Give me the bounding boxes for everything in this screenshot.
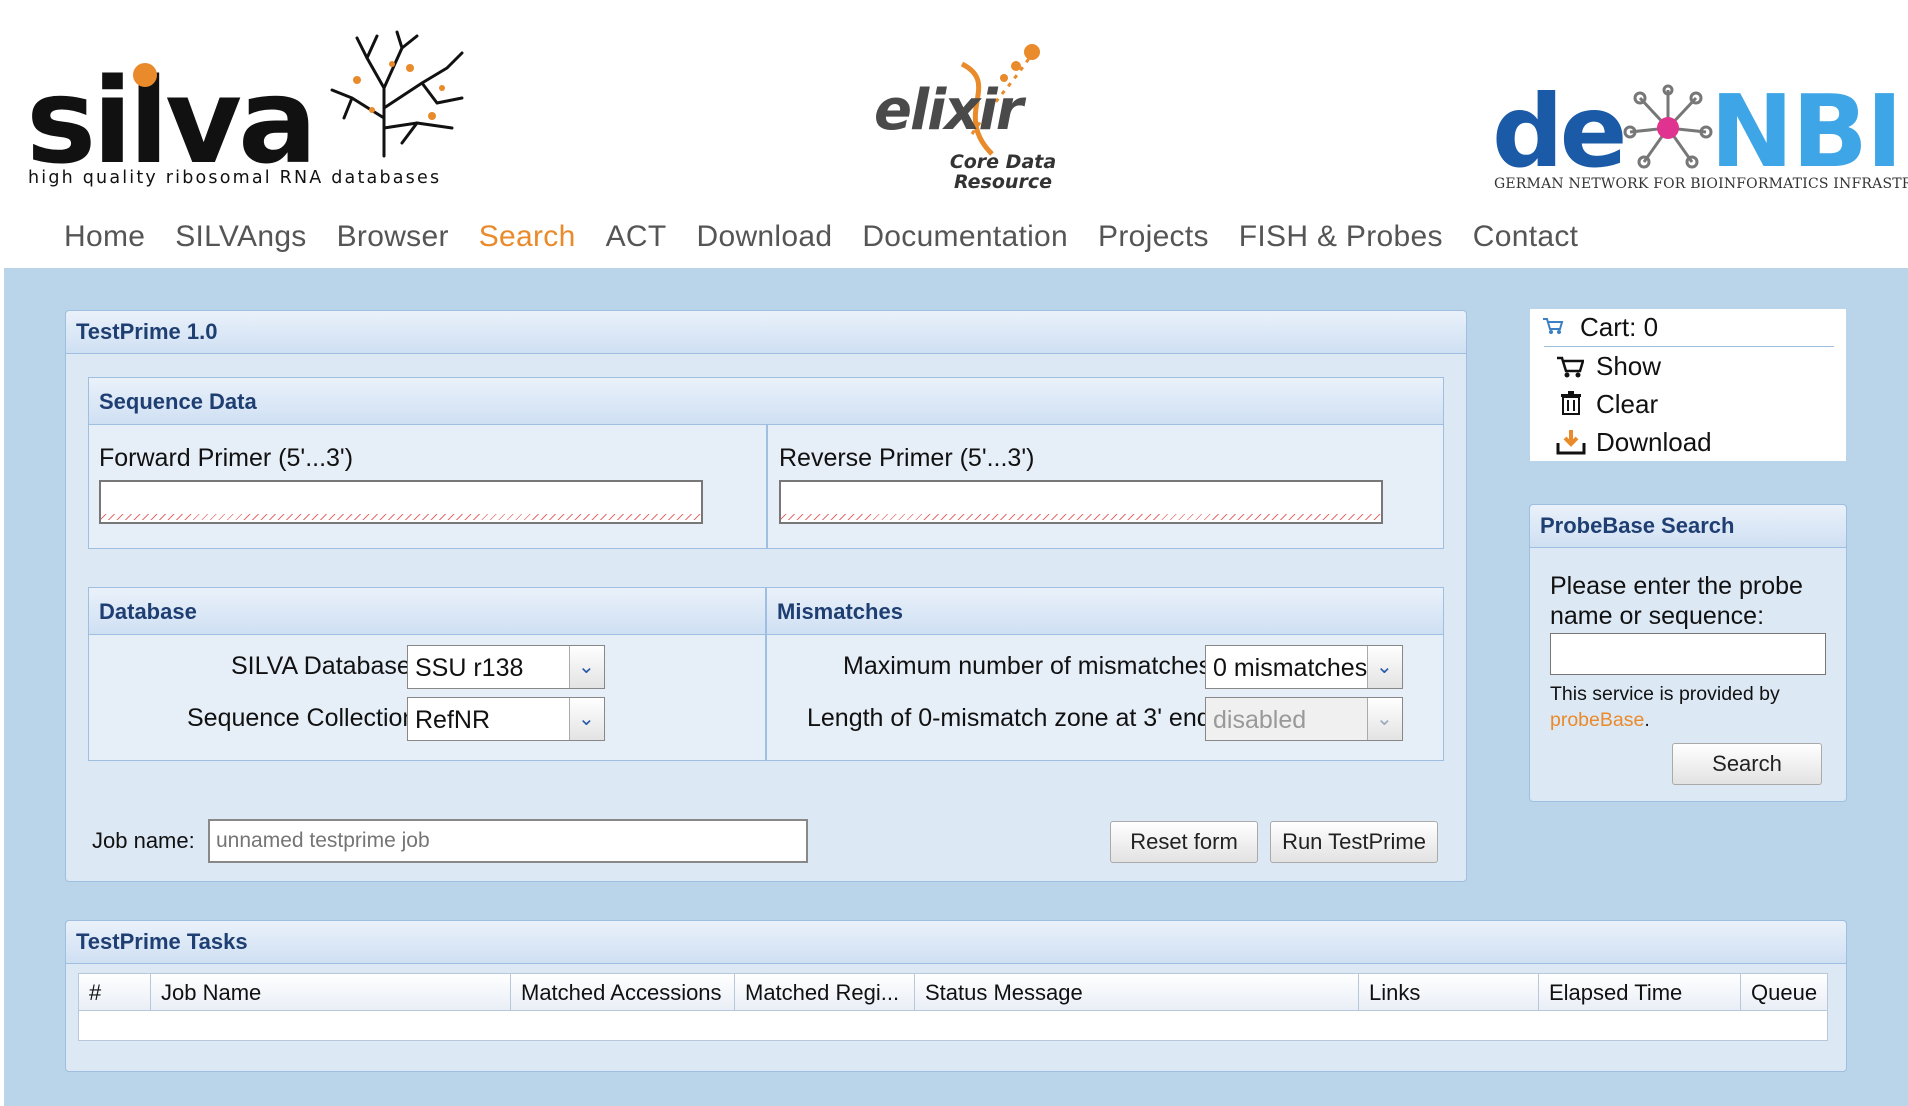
reverse-primer-label: Reverse Primer (5'...3') <box>779 444 1035 472</box>
column-header[interactable]: # <box>79 974 151 1010</box>
network-icon <box>1623 84 1713 169</box>
silva-database-label: SILVA Database <box>231 652 411 680</box>
mismatches-title: Mismatches <box>767 588 1443 635</box>
nav-act[interactable]: ACT <box>606 220 667 260</box>
spellcheck-underline <box>101 514 701 520</box>
elixir-subtitle: Core Data Resource <box>938 152 1068 192</box>
probebase-note-text: This service is provided by <box>1550 683 1780 705</box>
column-header[interactable]: Matched Accessions <box>511 974 735 1010</box>
mismatch-zone-value: disabled <box>1213 706 1307 734</box>
denbi-logo[interactable]: de NBI GERMAN NETWORK FOR BIOINFORMATICS… <box>1492 73 1908 198</box>
probebase-search-button[interactable]: Search <box>1672 743 1822 785</box>
mismatch-zone-select: disabled ⌄ <box>1205 697 1403 741</box>
nav-home[interactable]: Home <box>64 220 145 260</box>
nav-documentation[interactable]: Documentation <box>862 220 1068 260</box>
sequence-data-title: Sequence Data <box>89 378 1443 425</box>
elixir-logo[interactable]: elixir Core Data Resource <box>872 44 1072 194</box>
mismatches-panel: Mismatches Maximum number of mismatches … <box>766 587 1444 761</box>
column-header[interactable]: Queue <box>1741 974 1827 1010</box>
nav-fish-probes[interactable]: FISH & Probes <box>1239 220 1443 260</box>
cart-title: Cart: 0 <box>1580 312 1659 342</box>
probebase-note: This service is provided by probeBase. <box>1550 681 1840 733</box>
job-name-input[interactable] <box>208 819 808 863</box>
nav-contact[interactable]: Contact <box>1473 220 1579 260</box>
chevron-down-icon: ⌄ <box>578 708 595 730</box>
database-panel: Database SILVA Database SSU r138 ⌄ Seque… <box>88 587 766 761</box>
denbi-tagline: GERMAN NETWORK FOR BIOINFORMATICS INFRAS… <box>1494 176 1908 192</box>
max-mismatches-select[interactable]: 0 mismatches ⌄ <box>1205 645 1403 689</box>
site-header: silva high quality ribosomal RNA databas… <box>0 0 1908 268</box>
sequence-collection-value: RefNR <box>415 706 491 734</box>
column-header[interactable]: Matched Regi... <box>735 974 915 1010</box>
probebase-panel: ProbeBase Search Please enter the probe … <box>1529 504 1847 802</box>
column-header[interactable]: Status Message <box>915 974 1359 1010</box>
silva-logo-word: silva <box>26 52 318 190</box>
probebase-prompt: Please enter the probe name or sequence: <box>1550 572 1803 630</box>
nav-download[interactable]: Download <box>697 220 833 260</box>
denbi-logo-de: de <box>1492 73 1627 190</box>
main-nav: Home SILVAngs Browser Search ACT Downloa… <box>64 220 1608 260</box>
reverse-primer-input[interactable] <box>779 480 1383 524</box>
download-icon <box>1556 430 1586 455</box>
column-header[interactable]: Job Name <box>151 974 511 1010</box>
sequence-collection-label: Sequence Collection <box>187 704 417 732</box>
cart-show-icon <box>1557 356 1584 378</box>
silva-database-select[interactable]: SSU r138 ⌄ <box>407 645 605 689</box>
tree-icon <box>330 30 464 158</box>
silva-logo[interactable]: silva high quality ribosomal RNA databas… <box>26 28 464 193</box>
forward-primer-input[interactable] <box>99 480 703 524</box>
max-mismatches-label: Maximum number of mismatches <box>843 652 1212 680</box>
column-header[interactable]: Elapsed Time <box>1539 974 1741 1010</box>
probebase-title: ProbeBase Search <box>1530 505 1846 548</box>
sequence-collection-dropdown-button[interactable]: ⌄ <box>569 698 604 740</box>
job-name-label: Job name: <box>92 828 195 853</box>
forward-primer-label: Forward Primer (5'...3') <box>99 444 354 472</box>
elixir-logo-word: elixir <box>874 78 1023 143</box>
reset-form-button[interactable]: Reset form <box>1110 821 1258 863</box>
probebase-input[interactable] <box>1550 633 1826 675</box>
elixir-subtitle-line1: Core Data <box>949 151 1057 173</box>
tasks-title: TestPrime Tasks <box>66 921 1846 964</box>
silva-database-dropdown-button[interactable]: ⌄ <box>569 646 604 688</box>
tasks-panel: TestPrime Tasks # Job Name Matched Acces… <box>65 920 1847 1072</box>
testprime-panel: TestPrime 1.0 Sequence Data Forward Prim… <box>65 310 1467 882</box>
max-mismatches-dropdown-button[interactable]: ⌄ <box>1367 646 1402 688</box>
cart-divider <box>1544 346 1834 347</box>
denbi-logo-nbi: NBI <box>1710 73 1903 190</box>
spellcheck-underline <box>781 514 1381 520</box>
cart-panel: Cart: 0 Show Clear Download <box>1530 309 1846 461</box>
nav-search[interactable]: Search <box>479 220 576 260</box>
silva-logo-dot <box>133 63 157 87</box>
content-area: TestPrime 1.0 Sequence Data Forward Prim… <box>4 268 1908 1106</box>
probebase-link[interactable]: probeBase <box>1550 709 1644 731</box>
sequence-collection-select[interactable]: RefNR ⌄ <box>407 697 605 741</box>
max-mismatches-value: 0 mismatches <box>1213 654 1368 682</box>
run-testprime-button[interactable]: Run TestPrime <box>1270 821 1438 863</box>
silva-database-value: SSU r138 <box>415 654 524 682</box>
trash-icon <box>1561 391 1581 415</box>
nav-projects[interactable]: Projects <box>1098 220 1209 260</box>
cart-clear-link[interactable]: Clear <box>1596 389 1658 420</box>
cart-show-link[interactable]: Show <box>1596 351 1661 382</box>
silva-tagline: high quality ribosomal RNA databases <box>28 168 442 188</box>
chevron-down-icon: ⌄ <box>578 656 595 678</box>
nav-browser[interactable]: Browser <box>337 220 449 260</box>
cart-download-link[interactable]: Download <box>1596 427 1712 458</box>
testprime-title: TestPrime 1.0 <box>66 311 1466 354</box>
mismatch-zone-dropdown-button: ⌄ <box>1367 698 1402 740</box>
database-title: Database <box>89 588 765 635</box>
elixir-subtitle-line2: Resource <box>954 171 1052 193</box>
sequence-data-panel: Sequence Data Forward Primer (5'...3') R… <box>88 377 1444 549</box>
chevron-down-icon: ⌄ <box>1376 708 1393 730</box>
chevron-down-icon: ⌄ <box>1376 656 1393 678</box>
tasks-table-header: # Job Name Matched Accessions Matched Re… <box>78 973 1828 1011</box>
column-header[interactable]: Links <box>1359 974 1539 1010</box>
mismatch-zone-label: Length of 0-mismatch zone at 3' end <box>807 704 1211 732</box>
cart-icon <box>1543 318 1564 334</box>
sequence-divider <box>766 425 768 548</box>
tasks-table-body <box>78 1011 1828 1041</box>
nav-silvangs[interactable]: SILVAngs <box>175 220 306 260</box>
probebase-note-period: . <box>1644 709 1650 731</box>
